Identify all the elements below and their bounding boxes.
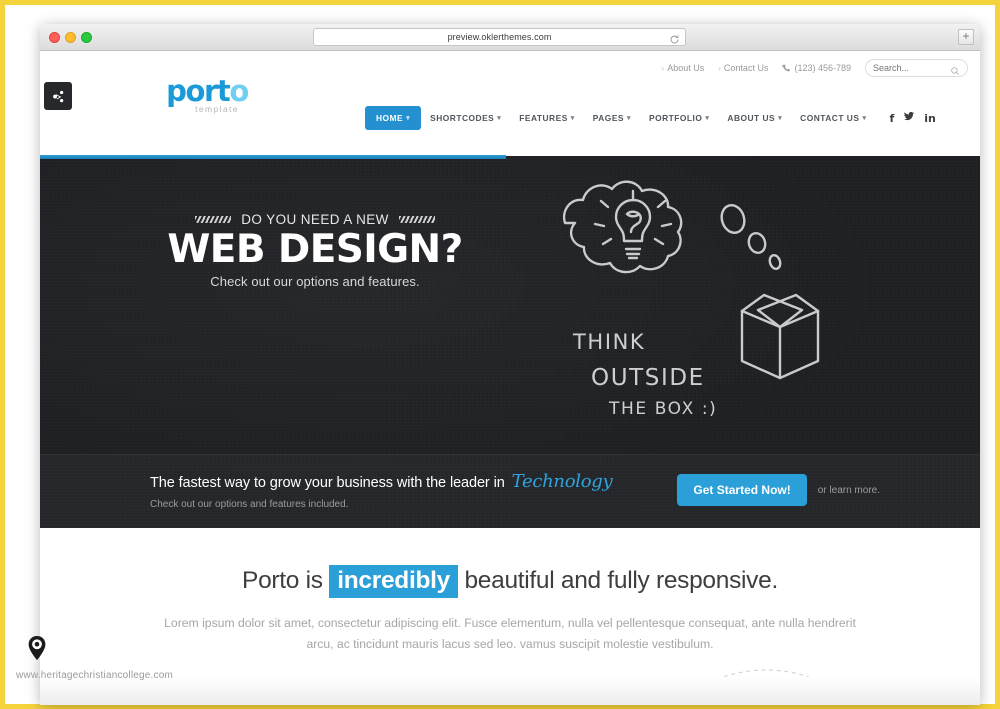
linkedin-icon[interactable]: in [924,112,936,125]
browser-window: preview.oklerthemes.com + › About Us › C… [40,24,980,705]
intro-headline-prefix: Porto is [242,567,323,594]
browser-titlebar: preview.oklerthemes.com + [40,24,980,51]
lightbulb-icon [593,189,673,260]
cta-headline-script: Technology [511,471,613,492]
social-links: f in [889,111,935,125]
reload-icon[interactable] [669,32,680,44]
chevron-down-icon: ▾ [627,115,632,122]
search-box[interactable] [865,59,968,77]
hero-eyebrow: DO YOU NEED A NEW [150,212,480,227]
hero-section: DO YOU NEED A NEW WEB DESIGN? Check out … [40,156,980,528]
window-controls[interactable] [49,32,92,43]
search-icon[interactable] [950,63,960,81]
zoom-button[interactable] [81,32,92,43]
page-bottom-fold [40,677,980,705]
site-logo[interactable]: porto template [152,74,262,115]
facebook-icon[interactable]: f [889,112,894,125]
chevron-down-icon: ▾ [497,115,502,122]
intro-headline-highlight: incredibly [329,565,458,598]
topbar-link-contact-us[interactable]: › Contact Us [718,63,768,73]
utility-topbar: › About Us › Contact Us (123) 456-789 [662,59,968,77]
nav-label: ABOUT US [727,113,776,123]
chevron-down-icon: ▾ [570,115,575,122]
chalk-text-outside: OUTSIDE [591,365,705,391]
hero-copy: DO YOU NEED A NEW WEB DESIGN? Check out … [150,212,480,289]
intro-headline-suffix: beautiful and fully responsive. [464,567,778,594]
nav-label: SHORTCODES [430,113,495,123]
nav-item-home[interactable]: HOME ▾ [365,106,422,130]
nav-item-contact-us[interactable]: CONTACT US ▾ [791,107,875,129]
phone-number: (123) 456-789 [782,63,851,73]
chevron-down-icon: ▾ [406,115,411,122]
hatch-rule-right [398,216,435,223]
site-header: › About Us › Contact Us (123) 456-789 Se… [40,51,980,156]
chevron-down-icon: ▾ [705,115,710,122]
minimize-button[interactable] [65,32,76,43]
cta-headline: The fastest way to grow your business wi… [150,471,613,492]
cta-actions: Get Started Now! or learn more. [677,474,880,506]
header-accent-bar [40,155,506,159]
logo-word-tail: o [229,74,249,108]
nav-item-pages[interactable]: PAGES ▾ [584,107,640,129]
share-nodes-icon[interactable] [44,82,72,110]
topbar-link-about-us[interactable]: › About Us [662,63,705,73]
close-button[interactable] [49,32,60,43]
chalk-text-the-box: THE BOX :) [608,399,717,416]
logo-word-main: port [166,74,231,108]
logo-wordmark: porto [152,74,262,108]
hero-eyebrow-text: DO YOU NEED A NEW [241,212,389,227]
nav-label: FEATURES [519,113,568,123]
cta-text-block: The fastest way to grow your business wi… [150,471,613,510]
chevron-down-icon: ▾ [862,115,867,122]
twitter-icon[interactable] [903,111,915,125]
chevron-right-icon: › [661,63,665,73]
cta-headline-prefix: The fastest way to grow your business wi… [150,475,505,491]
search-input[interactable] [873,63,960,73]
cta-subtext: Check out our options and features inclu… [150,499,349,510]
map-pin-icon [27,636,47,665]
nav-item-about-us[interactable]: ABOUT US ▾ [718,107,791,129]
nav-item-shortcodes[interactable]: SHORTCODES ▾ [421,107,510,129]
main-navigation: HOME ▾ SHORTCODES ▾ FEATURES ▾ PAGES ▾ P… [365,106,936,130]
new-tab-button[interactable]: + [958,29,974,45]
thought-bubble-icon [562,180,683,274]
address-bar[interactable]: preview.oklerthemes.com [313,28,686,46]
nav-label: PORTFOLIO [649,113,703,123]
hero-subhead: Check out our options and features. [210,274,420,289]
outer-frame: preview.oklerthemes.com + › About Us › C… [0,0,1000,709]
nav-label: PAGES [592,113,624,123]
get-started-button[interactable]: Get Started Now! [677,474,807,506]
phone-text: (123) 456-789 [794,63,851,73]
phone-icon [782,64,791,71]
chalk-text-think: THINK [572,330,645,354]
hero-headline: WEB DESIGN? [167,227,463,272]
frame-inner: preview.oklerthemes.com + › About Us › C… [10,10,990,705]
learn-more-label[interactable]: or learn more. [818,485,880,496]
hatch-rule-left [195,216,232,223]
nav-item-features[interactable]: FEATURES ▾ [510,107,584,129]
hero-cta-band: The fastest way to grow your business wi… [40,454,980,528]
chalk-illustration: THINK OUTSIDE THE BOX :) [535,166,835,421]
bubble-trail-icon [720,204,782,271]
chevron-right-icon: › [718,63,721,73]
topbar-link-label: About Us [667,63,705,73]
chevron-down-icon: ▾ [778,115,783,122]
nav-label: HOME [376,113,404,123]
topbar-link-label: Contact Us [723,63,769,73]
intro-headline: Porto is incredibly beautiful and fully … [40,565,980,598]
watermark-text: www.heritagechristiancollege.com [16,670,174,681]
page-viewport: › About Us › Contact Us (123) 456-789 Se… [40,51,980,705]
nav-label: CONTACT US [800,113,860,123]
url-text: preview.oklerthemes.com [447,32,552,42]
intro-paragraph: Lorem ipsum dolor sit amet, consectetur … [164,616,856,651]
open-box-icon [740,293,820,380]
nav-item-portfolio[interactable]: PORTFOLIO ▾ [640,107,718,129]
